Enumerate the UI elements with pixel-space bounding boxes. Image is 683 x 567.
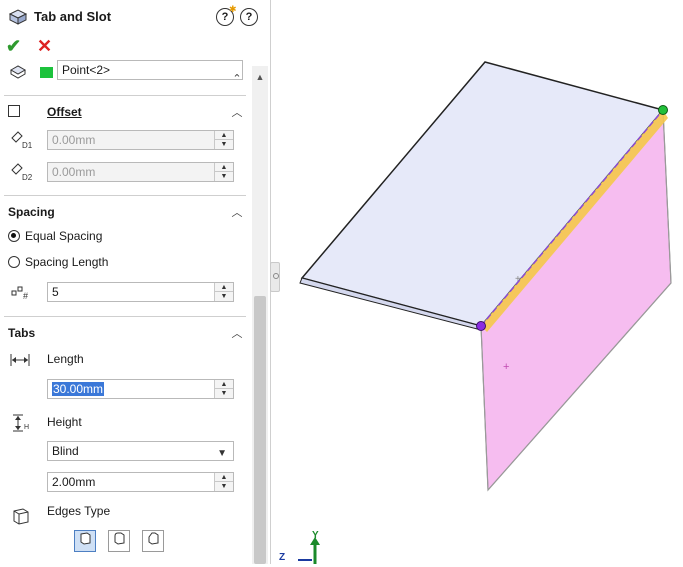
offset-d2-spinner[interactable]: ▲ ▼ [214,163,233,181]
origin-marker-top: + [515,274,521,285]
point-selection-field[interactable]: Point<2> [57,60,243,80]
point-color-swatch [40,67,53,78]
sharp-edge-icon [80,532,91,545]
tabs-section-title: Tabs [8,326,36,340]
svg-text:D1: D1 [22,141,33,150]
edge-type-chamfer-button[interactable] [142,530,164,552]
model-view: + + [298,61,672,564]
tab-length-icon [9,352,31,371]
edge-type-sharp-button[interactable] [74,530,96,552]
svg-text:D2: D2 [22,173,33,182]
instance-count-icon: # [10,283,34,304]
offset-checkbox[interactable] [8,105,20,117]
edges-type-label: Edges Type [47,504,111,518]
tab-height-input[interactable]: 2.00mm ▲ ▼ [47,472,234,492]
tab-height-icon: H [11,413,33,436]
offset-d1-spinner[interactable]: ▲ ▼ [214,131,233,149]
tab-and-slot-icon [8,8,28,29]
tabs-collapse-icon[interactable]: ︿ [230,325,244,341]
origin-marker-side: + [503,361,509,373]
equal-spacing-radio[interactable] [8,230,20,242]
offset-d2-input[interactable]: 0.00mm ▲ ▼ [47,162,234,182]
end-point-marker [476,321,486,331]
quick-help-icon[interactable]: ? [240,8,258,26]
svg-text:#: # [23,291,28,301]
property-manager-panel: Tab and Slot ? ✱ ? ✔ ✕ Point<2> ⌃ Offset… [0,0,271,564]
offset-d2-icon: D2 [10,162,34,185]
instance-count-input[interactable]: 5 ▲ ▼ [47,282,234,302]
panel-scrollbar[interactable]: ▲ [252,66,268,564]
start-point-marker [658,105,668,115]
spacing-length-radio[interactable] [8,256,20,268]
panel-splitter-handle[interactable] [270,262,280,292]
instance-count-value: 5 [52,285,59,299]
view-triad [298,537,320,564]
tab-length-label: Length [47,352,84,366]
height-type-value: Blind [52,444,79,458]
fillet-edge-icon [114,532,125,545]
cancel-button[interactable]: ✕ [37,36,52,57]
panel-title: Tab and Slot [34,9,112,24]
offset-collapse-icon[interactable]: ︿ [230,104,244,120]
offset-section-title: Offset [47,105,82,119]
triad-y-label: Y [312,530,319,541]
height-type-dropdown[interactable]: Blind ▼ [47,441,234,461]
edges-type-icon [11,507,31,528]
point-section-collapse-icon[interactable]: ⌃ [230,72,244,85]
scrollbar-thumb[interactable] [254,296,266,564]
tab-height-value: 2.00mm [52,475,96,489]
separator [4,95,246,96]
offset-d1-icon: D1 [10,130,34,153]
spacing-collapse-icon[interactable]: ︿ [230,204,244,220]
svg-text:H: H [24,424,29,431]
separator [4,195,246,196]
chevron-down-icon: ▼ [217,448,227,459]
ok-button[interactable]: ✔ [6,36,21,57]
separator [4,316,246,317]
edge-type-fillet-button[interactable] [108,530,130,552]
spacing-section-title: Spacing [8,205,55,219]
triad-z-label: Z [279,552,286,563]
offset-d1-input[interactable]: 0.00mm ▲ ▼ [47,130,234,150]
spacing-length-label[interactable]: Spacing Length [25,255,108,269]
chamfer-edge-icon [148,532,159,545]
instance-count-spinner[interactable]: ▲ ▼ [214,283,233,301]
offset-d2-value: 0.00mm [52,165,96,179]
equal-spacing-label[interactable]: Equal Spacing [25,229,102,243]
tab-height-spinner[interactable]: ▲ ▼ [214,473,233,491]
graphics-viewport[interactable]: + + Y Z [279,0,683,564]
quick-help-badge-icon: ✱ [229,4,237,14]
offset-d1-value: 0.00mm [52,133,96,147]
point-selection-icon [8,64,28,83]
tab-length-spinner[interactable]: ▲ ▼ [214,380,233,398]
scroll-up-icon[interactable]: ▲ [252,72,268,84]
tab-length-input[interactable]: 30.00mm ▲ ▼ [47,379,234,399]
tab-length-value: 30.00mm [52,382,105,396]
tab-height-label: Height [47,415,82,429]
